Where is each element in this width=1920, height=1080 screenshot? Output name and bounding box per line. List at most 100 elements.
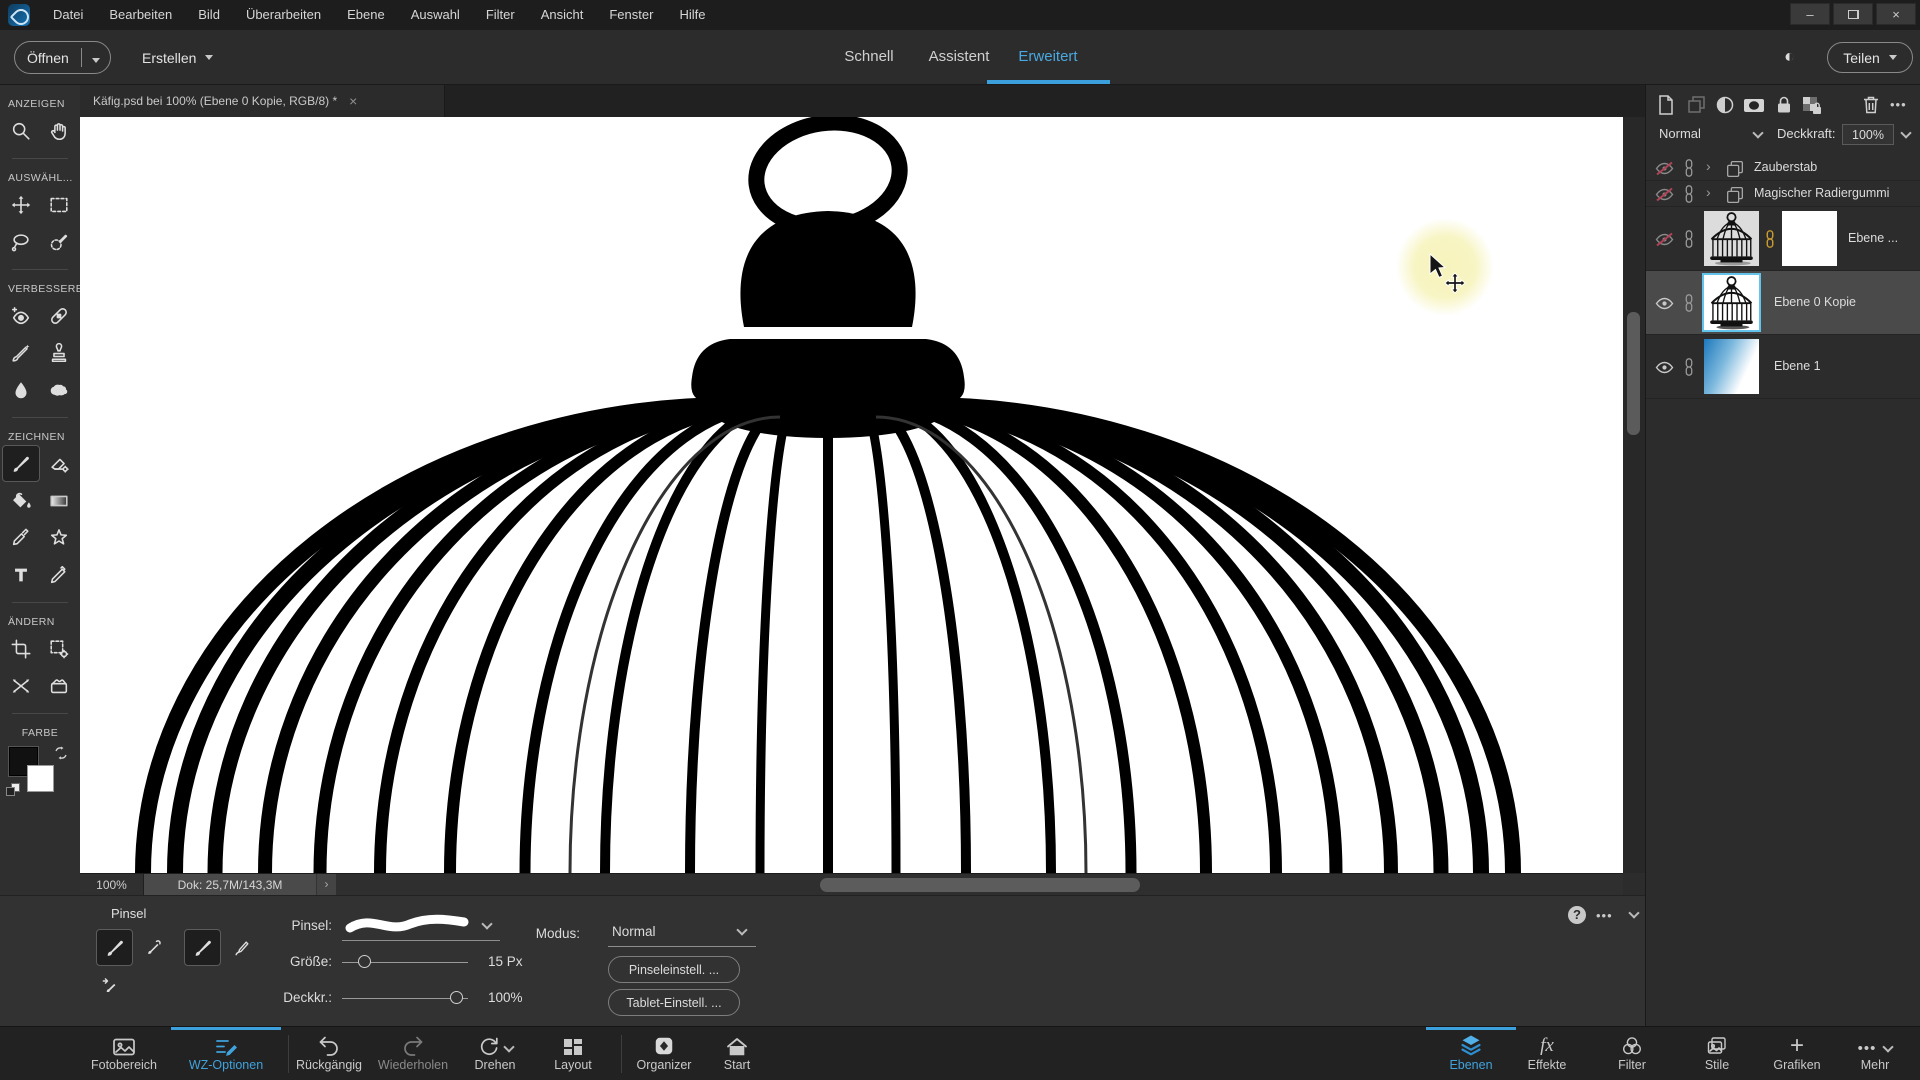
layer-name[interactable]: Ebene 0 Kopie [1774, 295, 1856, 309]
link-icon[interactable] [1682, 357, 1696, 377]
tool-gradient[interactable] [40, 482, 78, 519]
layer-name[interactable]: Magischer Radiergummi [1754, 186, 1889, 200]
layer-mask-icon[interactable] [1742, 94, 1766, 116]
tool-zoom[interactable] [2, 112, 40, 149]
tool-spot-healing[interactable] [40, 297, 78, 334]
menu-ueberarbeiten[interactable]: Überarbeiten [233, 0, 334, 30]
chevron-down-icon[interactable] [1752, 127, 1764, 139]
swap-colors-icon[interactable] [53, 745, 69, 761]
lock-icon[interactable] [1774, 94, 1794, 116]
tool-crop[interactable] [2, 630, 40, 667]
taskbar-layout[interactable]: Layout [533, 1027, 613, 1080]
tool-clone-stamp[interactable] [40, 334, 78, 371]
layer-mask-thumbnail[interactable] [1782, 211, 1837, 266]
menu-bearbeiten[interactable]: Bearbeiten [96, 0, 185, 30]
layer-thumbnail[interactable] [1704, 339, 1759, 394]
menu-datei[interactable]: Datei [40, 0, 96, 30]
blend-mode-value[interactable]: Normal [1659, 126, 1701, 141]
brush-variant-button[interactable] [184, 929, 221, 966]
vertical-scrollbar-thumb[interactable] [1627, 312, 1640, 435]
taskbar-fotobereich[interactable]: Fotobereich [69, 1027, 179, 1080]
tool-type[interactable] [2, 556, 40, 593]
brush-settings-button[interactable]: Pinseleinstell. ... [608, 956, 740, 983]
layer-group-magischer-radiergummi[interactable]: › Magischer Radiergummi [1646, 181, 1920, 207]
new-layer-icon[interactable] [1656, 94, 1676, 116]
layer-row-ebene-1[interactable]: Ebene 1 [1646, 335, 1920, 399]
default-colors-icon[interactable] [6, 783, 22, 797]
taskbar-stile[interactable]: Stile [1677, 1027, 1757, 1080]
layer-name[interactable]: Zauberstab [1754, 160, 1817, 174]
chevron-down-icon[interactable] [736, 924, 748, 936]
adjustment-layer-icon[interactable] [1714, 94, 1736, 116]
brush-stroke-preview[interactable] [342, 908, 472, 943]
theme-contrast-icon[interactable]: ◐ [1784, 46, 1795, 67]
tool-hand[interactable] [40, 112, 78, 149]
menu-filter[interactable]: Filter [473, 0, 528, 30]
tab-schnell[interactable]: Schnell [826, 30, 912, 84]
mode-value[interactable]: Normal [612, 924, 656, 939]
layer-group-zauberstab[interactable]: › Zauberstab [1646, 155, 1920, 181]
tool-paint-bucket[interactable] [2, 482, 40, 519]
open-dropdown-arrow[interactable] [82, 50, 110, 66]
document-tab[interactable]: Käfig.psd bei 100% (Ebene 0 Kopie, RGB/8… [80, 85, 445, 117]
link-icon[interactable] [1682, 293, 1696, 313]
close-button[interactable]: × [1876, 3, 1916, 25]
taskbar-filter[interactable]: Filter [1588, 1027, 1676, 1080]
vertical-scrollbar[interactable] [1623, 117, 1645, 873]
tab-close-icon[interactable]: × [349, 93, 357, 109]
size-slider[interactable] [342, 955, 468, 969]
taskbar-mehr[interactable]: ••• Mehr [1838, 1027, 1912, 1080]
copy-layer-icon[interactable] [1686, 94, 1708, 116]
tool-smart-brush[interactable] [2, 334, 40, 371]
chevron-down-icon[interactable] [481, 918, 493, 930]
taskbar-drehen[interactable]: Drehen [450, 1027, 540, 1080]
link-icon[interactable] [1682, 158, 1696, 178]
opacity-slider[interactable] [342, 991, 468, 1005]
link-icon[interactable] [1682, 184, 1696, 204]
brush-mode-button[interactable] [96, 929, 133, 966]
layers-more-icon[interactable]: ••• [1890, 97, 1907, 112]
taskbar-start[interactable]: Start [702, 1027, 772, 1080]
horizontal-scrollbar-thumb[interactable] [820, 878, 1140, 892]
collapse-panel-icon[interactable] [1628, 907, 1640, 919]
menu-auswahl[interactable]: Auswahl [398, 0, 473, 30]
tool-eraser[interactable] [40, 445, 78, 482]
open-split-button[interactable]: Öffnen [14, 41, 111, 74]
color-replacement-brush-button[interactable] [96, 972, 124, 1000]
opacity-slider-knob[interactable] [450, 991, 463, 1004]
layer-thumbnail[interactable] [1702, 273, 1761, 332]
minimize-button[interactable]: – [1790, 3, 1830, 25]
visibility-off-icon[interactable] [1654, 186, 1675, 203]
share-button[interactable]: Teilen [1827, 42, 1913, 73]
tablet-settings-button[interactable]: Tablet-Einstell. ... [608, 989, 740, 1016]
tool-eyedropper[interactable] [2, 519, 40, 556]
taskbar-grafiken[interactable]: + Grafiken [1752, 1027, 1842, 1080]
tool-sponge[interactable] [40, 371, 78, 408]
layers-opacity-value[interactable]: 100% [1842, 124, 1894, 145]
opacity-value[interactable]: 100% [488, 990, 523, 1005]
visibility-off-icon[interactable] [1654, 160, 1675, 177]
layer-row-ebene-masked[interactable]: Ebene ... [1646, 207, 1920, 271]
expand-icon[interactable]: › [1706, 184, 1711, 200]
tool-lasso[interactable] [2, 223, 40, 260]
tool-blur[interactable] [2, 371, 40, 408]
tab-assistent[interactable]: Assistent [916, 30, 1002, 84]
expand-icon[interactable]: › [1706, 158, 1711, 174]
visibility-off-icon[interactable] [1654, 231, 1675, 248]
zoom-level[interactable]: 100% [80, 874, 144, 896]
restore-button[interactable] [1833, 3, 1873, 25]
taskbar-wiederholen[interactable]: Wiederholen [363, 1027, 463, 1080]
tool-pencil[interactable] [40, 556, 78, 593]
tool-quick-selection[interactable] [40, 223, 78, 260]
size-slider-knob[interactable] [358, 955, 371, 968]
tab-erweitert[interactable]: Erweitert [1005, 30, 1091, 84]
taskbar-wz-optionen[interactable]: WZ-Optionen [171, 1027, 281, 1080]
layer-row-ebene-0-kopie[interactable]: Ebene 0 Kopie [1646, 271, 1920, 335]
impressionist-brush-button[interactable] [140, 934, 168, 962]
layer-name[interactable]: Ebene 1 [1774, 359, 1821, 373]
size-value[interactable]: 15 Px [488, 954, 523, 969]
background-color-swatch[interactable] [27, 765, 54, 792]
menu-bild[interactable]: Bild [185, 0, 233, 30]
visibility-on-icon[interactable] [1654, 359, 1675, 376]
lock-transparency-icon[interactable] [1800, 94, 1824, 118]
